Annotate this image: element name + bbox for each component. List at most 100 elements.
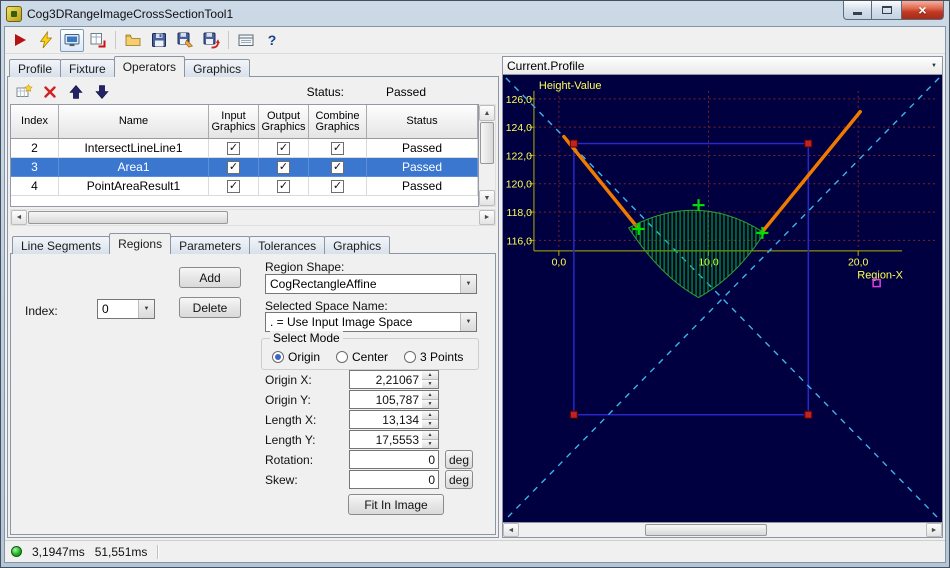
- delete-region-button[interactable]: Delete: [179, 297, 241, 318]
- tab-line-segments[interactable]: Line Segments: [12, 236, 111, 254]
- save-button[interactable]: [147, 29, 171, 52]
- spin-down-icon[interactable]: ▼: [422, 420, 438, 428]
- table-row[interactable]: 2 IntersectLineLine1 ✓ ✓ ✓ Passed: [11, 139, 478, 158]
- chevron-down-icon[interactable]: ▼: [138, 300, 154, 318]
- input-graphics-checkbox[interactable]: ✓: [227, 141, 240, 155]
- space-name-combo[interactable]: . = Use Input Image Space ▼: [265, 312, 477, 332]
- spin-up-icon[interactable]: ▲: [422, 391, 438, 400]
- image-horizontal-scrollbar[interactable]: ◄ ►: [502, 522, 943, 538]
- column-header-status[interactable]: Status: [367, 105, 478, 139]
- region-index-combo[interactable]: 0 ▼: [97, 299, 155, 319]
- combine-graphics-checkbox[interactable]: ✓: [331, 160, 344, 174]
- column-header-combine-graphics[interactable]: Combine Graphics: [309, 105, 367, 139]
- length-y-input[interactable]: [349, 430, 422, 449]
- area-region-hatched[interactable]: [627, 209, 766, 299]
- play-icon: [15, 34, 26, 46]
- tab-graphics-sub[interactable]: Graphics: [324, 236, 391, 254]
- length-x-input[interactable]: [349, 410, 422, 429]
- output-graphics-checkbox[interactable]: ✓: [277, 141, 290, 155]
- minimize-button[interactable]: [843, 1, 872, 20]
- scroll-left-button[interactable]: ◄: [11, 210, 27, 225]
- move-up-button[interactable]: [64, 80, 88, 103]
- input-graphics-checkbox[interactable]: ✓: [227, 179, 240, 193]
- skew-input[interactable]: [349, 470, 439, 489]
- select-mode-title: Select Mode: [270, 331, 343, 345]
- tab-parameters[interactable]: Parameters: [170, 236, 251, 254]
- save-as-button[interactable]: [173, 29, 197, 52]
- tab-tolerances[interactable]: Tolerances: [249, 236, 326, 254]
- profile-chart[interactable]: Height-Value 126,0 124,0 122,0 120,0 118…: [503, 75, 942, 522]
- check-icon: ✓: [332, 141, 343, 154]
- column-header-index[interactable]: Index: [11, 105, 59, 139]
- tab-fixture[interactable]: Fixture: [60, 59, 115, 77]
- spin-down-icon[interactable]: ▼: [422, 400, 438, 408]
- scroll-right-button[interactable]: ►: [479, 210, 495, 225]
- scroll-thumb[interactable]: [480, 122, 494, 164]
- combine-graphics-checkbox[interactable]: ✓: [331, 179, 344, 193]
- scroll-thumb[interactable]: [645, 524, 768, 536]
- profile-display[interactable]: Height-Value 126,0 124,0 122,0 120,0 118…: [502, 75, 943, 522]
- origin-x-input[interactable]: [349, 370, 422, 389]
- fit-in-image-button[interactable]: Fit In Image: [348, 494, 444, 515]
- mode-3points-radio[interactable]: 3 Points: [404, 350, 463, 364]
- run-once-button[interactable]: [34, 29, 58, 52]
- output-graphics-checkbox[interactable]: ✓: [277, 160, 290, 174]
- chevron-down-icon[interactable]: ▼: [926, 57, 942, 74]
- chevron-down-icon[interactable]: ▼: [460, 313, 476, 331]
- spin-down-icon[interactable]: ▼: [422, 380, 438, 388]
- column-header-input-graphics[interactable]: Input Graphics: [209, 105, 259, 139]
- titlebar[interactable]: Cog3DRangeImageCrossSectionTool1 ×: [4, 1, 946, 26]
- display-source-combo[interactable]: Current.Profile ▼: [502, 56, 943, 75]
- column-header-name[interactable]: Name: [59, 105, 209, 139]
- open-button[interactable]: [121, 29, 145, 52]
- tab-graphics[interactable]: Graphics: [184, 59, 251, 77]
- origin-y-field: ▲▼: [349, 390, 439, 409]
- scroll-right-button[interactable]: ►: [926, 523, 942, 537]
- scroll-track[interactable]: [479, 121, 495, 190]
- scroll-thumb[interactable]: [28, 211, 228, 224]
- floppy-icon: [152, 33, 166, 47]
- column-header-output-graphics[interactable]: Output Graphics: [259, 105, 309, 139]
- rotation-input[interactable]: [349, 450, 439, 469]
- maximize-button[interactable]: [872, 1, 901, 20]
- rotation-deg-button[interactable]: deg: [445, 450, 473, 469]
- move-down-button[interactable]: [90, 80, 114, 103]
- grid-vertical-scrollbar[interactable]: ▲ ▼: [479, 104, 496, 207]
- spin-down-icon[interactable]: ▼: [422, 440, 438, 448]
- scroll-track[interactable]: [519, 523, 926, 537]
- chevron-down-icon[interactable]: ▼: [460, 275, 476, 293]
- display-toggle-button[interactable]: [60, 28, 84, 52]
- tab-operators[interactable]: Operators: [113, 56, 186, 77]
- result-window-button[interactable]: [86, 29, 110, 52]
- region-shape-combo[interactable]: CogRectangleAffine ▼: [265, 274, 477, 294]
- combine-graphics-checkbox[interactable]: ✓: [331, 141, 344, 155]
- output-graphics-checkbox[interactable]: ✓: [277, 179, 290, 193]
- spin-up-icon[interactable]: ▲: [422, 411, 438, 420]
- table-row[interactable]: 4 PointAreaResult1 ✓ ✓ ✓ Passed: [11, 177, 478, 196]
- tab-regions[interactable]: Regions: [109, 233, 172, 254]
- scroll-left-button[interactable]: ◄: [503, 523, 519, 537]
- tool-settings-button[interactable]: [234, 29, 258, 52]
- scroll-up-button[interactable]: ▲: [479, 105, 495, 121]
- mode-origin-radio[interactable]: Origin: [272, 350, 320, 364]
- add-region-button[interactable]: Add: [179, 267, 241, 288]
- import-results-button[interactable]: [199, 29, 223, 52]
- help-button[interactable]: ?: [260, 29, 284, 52]
- tab-profile[interactable]: Profile: [9, 59, 62, 77]
- scroll-track[interactable]: [27, 210, 479, 225]
- close-button[interactable]: ×: [901, 1, 944, 20]
- spin-up-icon[interactable]: ▲: [422, 431, 438, 440]
- grid-horizontal-scrollbar[interactable]: ◄ ►: [10, 209, 496, 226]
- spin-up-icon[interactable]: ▲: [422, 371, 438, 380]
- scroll-down-button[interactable]: ▼: [479, 190, 495, 206]
- skew-deg-button[interactable]: deg: [445, 470, 473, 489]
- check-icon: ✓: [228, 141, 239, 154]
- operators-page: Status: Passed Index Name Input Graphics…: [7, 76, 499, 538]
- input-graphics-checkbox[interactable]: ✓: [227, 160, 240, 174]
- add-operator-button[interactable]: [12, 80, 36, 103]
- run-button[interactable]: [8, 29, 32, 52]
- table-row[interactable]: 3 Area1 ✓ ✓ ✓ Passed: [11, 158, 478, 177]
- delete-operator-button[interactable]: [38, 80, 62, 103]
- mode-center-radio[interactable]: Center: [336, 350, 388, 364]
- origin-y-input[interactable]: [349, 390, 422, 409]
